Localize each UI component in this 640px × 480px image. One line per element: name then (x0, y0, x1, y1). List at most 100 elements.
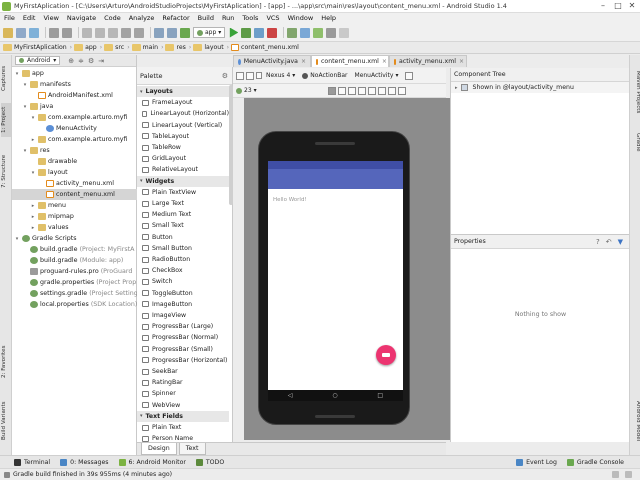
tree-item[interactable]: gradle.properties (Project Prop (12, 277, 136, 288)
chevron-down-icon[interactable]: ▾ (22, 82, 28, 88)
tree-item[interactable]: content_menu.xml (12, 189, 137, 200)
zoom-actual-icon[interactable] (367, 86, 376, 95)
component-tree-root[interactable]: ▸ Shown in @layout/activity_menu (451, 82, 629, 93)
tree-item[interactable]: ▾ Gradle Scripts (12, 233, 77, 244)
maven-projects-tab[interactable]: Maven Projects (631, 63, 640, 121)
menu-build[interactable]: Build (194, 13, 218, 24)
palette-category[interactable]: ▾ Text Fields (137, 410, 229, 422)
fit-screen-icon[interactable] (327, 86, 336, 95)
palette-category[interactable]: ▾ Widgets (137, 175, 229, 187)
palette-item[interactable]: ProgressBar (Horizontal) (137, 355, 229, 366)
palette-item[interactable]: GridLayout (137, 153, 229, 164)
captures-tab[interactable]: Captures (1, 59, 11, 97)
palette-item[interactable]: ProgressBar (Normal) (137, 332, 229, 343)
palette-item[interactable]: RatingBar (137, 377, 229, 388)
menu-view[interactable]: View (39, 13, 62, 24)
breadcrumb-item[interactable]: main (131, 44, 158, 51)
refresh-icon[interactable] (377, 86, 386, 95)
design-surface-icon[interactable] (236, 71, 244, 80)
activity-select[interactable]: MenuActivity ▾ (355, 72, 399, 79)
zoom-in-icon[interactable] (347, 86, 356, 95)
tree-item[interactable]: local.properties (SDK Location) (12, 299, 137, 310)
avd-manager-icon[interactable] (287, 27, 298, 38)
chevron-down-icon[interactable]: ▾ (14, 236, 20, 242)
palette-item[interactable]: ProgressBar (Large) (137, 321, 229, 332)
sdk-manager-icon[interactable] (313, 27, 324, 38)
breadcrumb-item[interactable]: layout (193, 44, 224, 51)
android-model-tab[interactable]: Android Model (631, 393, 640, 449)
structure-tab[interactable]: 7: Structure (1, 151, 11, 191)
chevron-down-icon[interactable]: ▾ (22, 104, 28, 110)
palette-item[interactable]: Large Text (137, 198, 229, 209)
palette-item[interactable]: LinearLayout (Vertical) (137, 120, 229, 131)
tree-item[interactable]: ▾ layout (12, 167, 68, 178)
tree-item[interactable]: ▾ app (12, 68, 44, 79)
run-config-select[interactable]: app ▾ (193, 27, 226, 38)
paste-icon[interactable] (108, 27, 118, 38)
tree-item[interactable]: ▾ java (12, 101, 53, 112)
zoom-out-icon[interactable] (357, 86, 366, 95)
tab-menuactivity[interactable]: MenuActivity.java × (233, 55, 311, 67)
find-icon[interactable] (121, 27, 131, 38)
palette-item[interactable]: ImageButton (137, 299, 229, 310)
menu-navigate[interactable]: Navigate (63, 13, 100, 24)
chevron-right-icon[interactable]: ▸ (30, 225, 36, 231)
back-icon[interactable] (154, 27, 164, 38)
hello-text[interactable]: Hello World! (273, 197, 307, 203)
make-project-icon[interactable] (180, 27, 190, 38)
filter-icon[interactable]: ▼ (618, 238, 623, 246)
palette-item[interactable]: Medium Text (137, 209, 229, 220)
palette-item[interactable]: Plain Text (137, 422, 229, 433)
menu-vcs[interactable]: VCS (262, 13, 283, 24)
palette-item[interactable]: RadioButton (137, 254, 229, 265)
tree-item[interactable]: ▸ com.example.arturo.myfi (12, 134, 127, 145)
palette-item[interactable]: Button (137, 232, 229, 243)
palette-item[interactable]: CheckBox (137, 265, 229, 276)
restore-default-icon[interactable]: ↶ (606, 238, 612, 246)
tab-text[interactable]: Text (178, 443, 206, 455)
todo-tool[interactable]: TODO (195, 458, 224, 466)
minimize-button[interactable]: – (596, 1, 610, 11)
menu-refactor[interactable]: Refactor (158, 13, 193, 24)
tree-item[interactable]: ▸ values (12, 222, 68, 233)
copy-icon[interactable] (95, 27, 105, 38)
palette-item[interactable]: SeekBar (137, 366, 229, 377)
cut-icon[interactable] (82, 27, 92, 38)
run-icon[interactable] (229, 27, 239, 38)
palette-item[interactable]: ToggleButton (137, 288, 229, 299)
tree-item[interactable]: proguard-rules.pro (ProGuard (12, 266, 132, 277)
context-icon[interactable] (612, 471, 619, 478)
stop-icon[interactable] (267, 27, 278, 38)
close-icon[interactable]: × (301, 58, 306, 65)
tree-item[interactable]: settings.gradle (Project Setting (12, 288, 138, 299)
maximize-button[interactable]: □ (611, 1, 625, 11)
theme-select[interactable]: NoActionBar (302, 72, 348, 79)
device-select[interactable]: Nexus 4 ▾ (256, 72, 295, 79)
palette-item[interactable]: Switch (137, 276, 229, 287)
tree-item[interactable]: build.gradle (Module: app) (12, 255, 123, 266)
inspector-icon[interactable] (625, 471, 632, 478)
tree-item[interactable]: drawable (12, 156, 77, 167)
chevron-right-icon[interactable]: ▸ (30, 137, 36, 143)
sync-gradle-icon[interactable] (300, 27, 311, 38)
palette-item[interactable]: ImageView (137, 310, 229, 321)
gradle-tab[interactable]: Gradle (631, 127, 640, 157)
palette-item[interactable]: LinearLayout (Horizontal) (137, 108, 229, 119)
undo-icon[interactable] (49, 27, 59, 38)
android-monitor-tool[interactable]: 6: Android Monitor (118, 458, 186, 466)
palette-item[interactable]: Small Text (137, 220, 229, 231)
close-icon[interactable]: × (459, 58, 464, 65)
tree-item[interactable]: ▾ com.example.arturo.myfi (12, 112, 127, 123)
chevron-down-icon[interactable]: ▾ (30, 170, 36, 176)
breadcrumb-item[interactable]: src (104, 44, 124, 51)
tree-item[interactable]: ▸ mipmap (12, 211, 74, 222)
palette-item[interactable]: Small Button (137, 243, 229, 254)
tree-item[interactable]: ▾ res (12, 145, 50, 156)
menu-run[interactable]: Run (218, 13, 238, 24)
palette-item[interactable]: TableRow (137, 142, 229, 153)
collapse-icon[interactable]: ≑ (78, 57, 84, 65)
palette-item[interactable]: RelativeLayout (137, 164, 229, 175)
settings-icon[interactable] (397, 86, 406, 95)
chevron-down-icon[interactable]: ▾ (30, 115, 36, 121)
palette-item[interactable]: WebView (137, 400, 229, 411)
